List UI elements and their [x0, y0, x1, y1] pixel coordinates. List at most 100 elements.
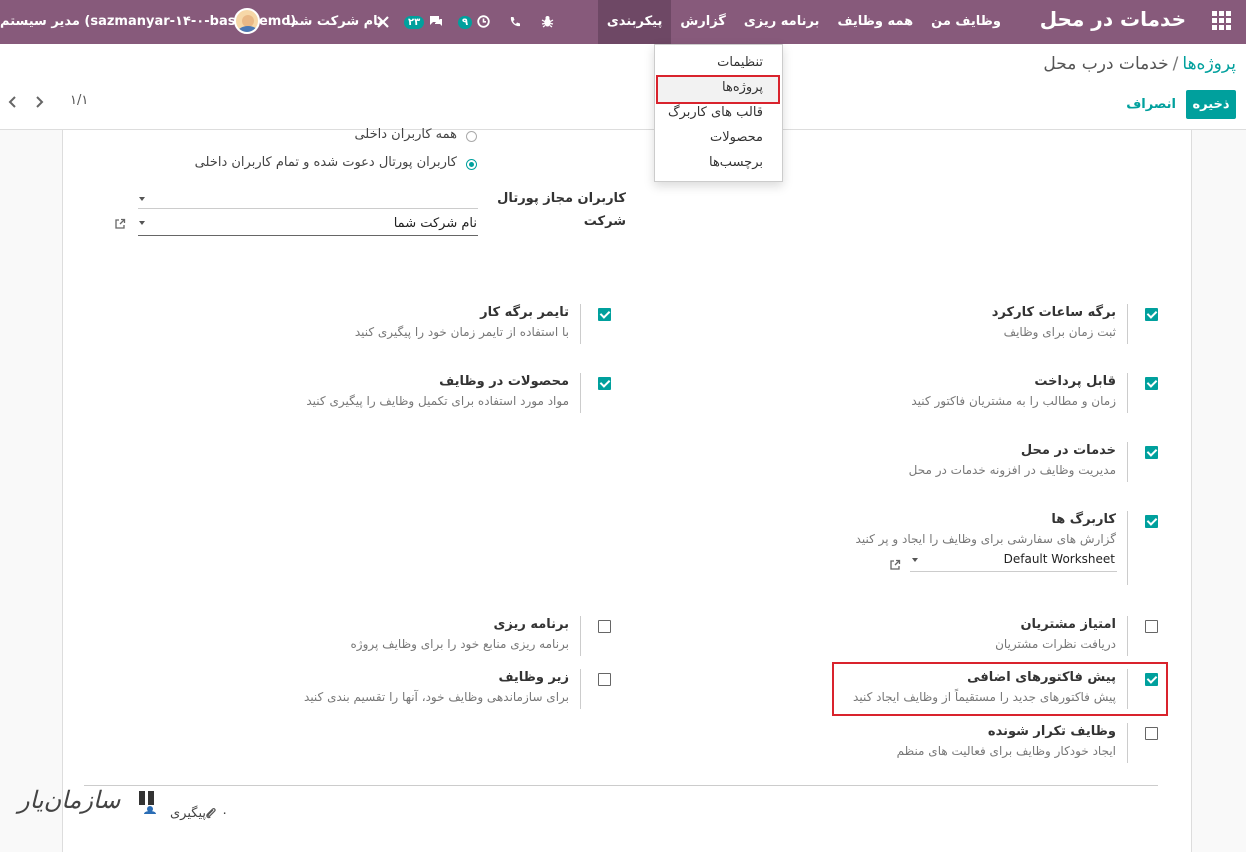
setting-divider	[1127, 373, 1128, 413]
timesheets-title: برگه ساعات کارکرد	[991, 305, 1116, 320]
bug-icon[interactable]	[541, 0, 554, 44]
company-name: نام شرکت شما	[286, 14, 383, 29]
external-link-icon[interactable]	[889, 559, 901, 571]
visibility-portal-label: کاربران پورتال دعوت شده و تمام کاربران د…	[194, 155, 457, 170]
attachments-count: ۰	[221, 806, 229, 821]
save-button[interactable]: ذخیره	[1186, 90, 1236, 119]
portal-users-label: کاربران مجاز پورتال	[497, 191, 626, 206]
setting-divider	[1127, 442, 1128, 482]
pager-value[interactable]: ۱/۱	[70, 93, 88, 108]
worksheet-template-dropdown-icon[interactable]	[912, 558, 918, 562]
products-on-tasks-title: محصولات در وظایف	[439, 374, 569, 389]
breadcrumb: پروژه‌ها/خدمات درب محل	[1043, 54, 1236, 74]
customer-rating-title: امتیاز مشتریان	[1020, 617, 1116, 632]
breadcrumb-separator: /	[1172, 54, 1179, 74]
portal-users-underline	[138, 208, 478, 209]
projects-highlight	[656, 75, 780, 104]
discard-button[interactable]: انصراف	[1126, 90, 1176, 119]
company-input[interactable]: نام شرکت شما	[394, 216, 477, 231]
planning-checkbox[interactable]	[598, 620, 611, 633]
field-service-checkbox[interactable]	[1145, 446, 1158, 459]
follow-label: پیگیری	[170, 806, 206, 821]
menu-reporting[interactable]: گزارش	[671, 0, 735, 44]
setting-divider	[580, 373, 581, 413]
clock-icon	[476, 15, 490, 28]
visibility-portal-radio[interactable]	[466, 159, 477, 170]
timesheets-checkbox[interactable]	[1145, 308, 1158, 321]
debug-tools-icon[interactable]	[376, 0, 390, 44]
field-service-desc: مدیریت وظایف در افزونه خدمات در محل	[908, 463, 1116, 477]
menu-all-tasks[interactable]: همه وظایف	[828, 0, 922, 44]
timer-desc: با استفاده از تایمر زمان خود را پیگیری ک…	[354, 325, 569, 339]
chevron-left-icon[interactable]	[8, 94, 18, 110]
breadcrumb-current: خدمات درب محل	[1043, 54, 1169, 74]
recurring-tasks-checkbox[interactable]	[1145, 727, 1158, 740]
setting-divider	[1127, 511, 1128, 585]
company-underline	[138, 235, 478, 236]
visibility-all-internal-radio[interactable]	[466, 131, 477, 142]
messages-menu[interactable]: ۲۳	[404, 0, 443, 44]
setting-divider	[580, 304, 581, 344]
field-service-title: خدمات در محل	[1020, 443, 1116, 458]
products-on-tasks-checkbox[interactable]	[598, 377, 611, 390]
watermark-logo-icon	[139, 791, 156, 814]
messages-count-badge: ۲۳	[404, 16, 425, 29]
paperclip-icon	[206, 808, 216, 819]
recurring-tasks-desc: ایجاد خودکار وظایف برای فعالیت های منظم	[896, 744, 1116, 758]
visibility-all-internal-label: همه کاربران داخلی	[354, 127, 457, 142]
activity-count-badge: ۹	[458, 16, 473, 29]
menu-my-tasks[interactable]: وظایف من	[922, 0, 1010, 44]
worksheets-title: کاربرگ ها	[1051, 512, 1116, 527]
phone-icon[interactable]	[509, 0, 521, 44]
dropdown-item-tags[interactable]: برچسب‌ها	[709, 155, 763, 170]
products-on-tasks-desc: مواد مورد استفاده برای تکمیل وظایف را پی…	[306, 394, 569, 408]
timer-checkbox[interactable]	[598, 308, 611, 321]
menu-planning[interactable]: برنامه ریزی	[735, 0, 829, 44]
planning-title: برنامه ریزی	[493, 617, 569, 632]
breadcrumb-projects-link[interactable]: پروژه‌ها	[1182, 54, 1236, 74]
activity-menu[interactable]: ۹	[458, 0, 490, 44]
main-menu: وظایف من همه وظایف برنامه ریزی گزارش پیک…	[597, 0, 1010, 44]
customer-rating-desc: دریافت نظرات مشتریان	[995, 637, 1116, 651]
timer-title: تایمر برگه کار	[480, 305, 569, 320]
app-title[interactable]: خدمات در محل	[1040, 7, 1186, 31]
setting-divider	[580, 616, 581, 656]
subtasks-desc: برای سازماندهی وظایف خود، آنها را تقسیم …	[304, 690, 569, 704]
billable-desc: زمان و مطالب را به مشتریان فاکتور کنید	[911, 394, 1116, 408]
dropdown-item-products[interactable]: محصولات	[710, 130, 763, 145]
chevron-right-icon[interactable]	[34, 94, 44, 110]
billable-title: قابل پرداخت	[1034, 374, 1116, 389]
setting-divider	[1127, 616, 1128, 656]
worksheet-template-select[interactable]: Default Worksheet	[1004, 552, 1115, 566]
company-dropdown-icon[interactable]	[139, 221, 145, 225]
setting-divider	[1127, 723, 1128, 763]
chat-icon	[429, 16, 442, 26]
subtasks-checkbox[interactable]	[598, 673, 611, 686]
billable-checkbox[interactable]	[1145, 377, 1158, 390]
setting-divider	[1127, 304, 1128, 344]
company-switcher[interactable]: نام شرکت شما	[286, 0, 383, 44]
timesheets-desc: ثبت زمان برای وظایف	[1003, 325, 1116, 339]
worksheets-checkbox[interactable]	[1145, 515, 1158, 528]
planning-desc: برنامه ریزی منابع خود را برای وظایف پروژ…	[350, 637, 569, 651]
worksheet-template-underline	[910, 571, 1117, 572]
watermark: سازمان‌یار	[18, 786, 121, 814]
company-label: شرکت	[583, 214, 626, 229]
subtasks-title: زیر وظایف	[498, 670, 569, 685]
top-navbar: خدمات در محل وظایف من همه وظایف برنامه ر…	[0, 0, 1246, 44]
portal-users-dropdown-icon[interactable]	[139, 197, 145, 201]
worksheets-desc: گزارش های سفارشی برای وظایف را ایجاد و پ…	[855, 532, 1116, 546]
external-link-icon[interactable]	[114, 218, 126, 230]
customer-rating-checkbox[interactable]	[1145, 620, 1158, 633]
extra-quotations-highlight	[832, 662, 1168, 716]
menu-configuration[interactable]: پیکربندی	[597, 0, 672, 44]
setting-divider	[580, 669, 581, 709]
attachments-button[interactable]: ۰	[205, 806, 228, 821]
dropdown-item-worksheet-templates[interactable]: قالب های کاربرگ	[668, 105, 763, 120]
avatar[interactable]	[234, 8, 260, 34]
recurring-tasks-title: وظایف تکرار شونده	[987, 724, 1116, 739]
apps-menu-icon[interactable]	[1212, 11, 1232, 31]
follow-button[interactable]: پیگیری	[170, 806, 206, 821]
chatter-divider	[84, 785, 1158, 786]
dropdown-item-settings[interactable]: تنظیمات	[717, 55, 763, 70]
